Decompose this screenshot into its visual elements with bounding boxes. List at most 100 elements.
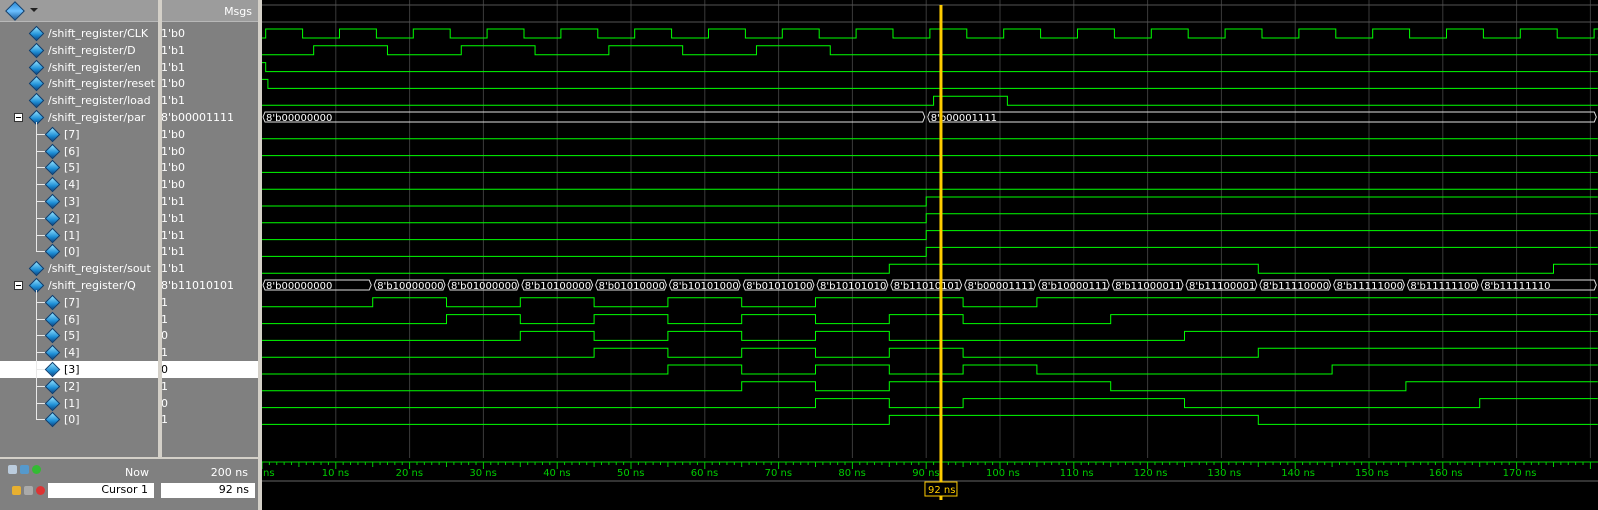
q-bus-label: 8'b11111000 (1337, 281, 1403, 292)
signal-row[interactable]: [3] (0, 193, 161, 210)
signal-value-row: 8'b00001111 (161, 109, 258, 126)
collapse-toggle-icon[interactable] (14, 113, 23, 122)
timeline-label: ns (263, 468, 275, 479)
signal-row[interactable]: [0] (0, 243, 161, 260)
signal-row[interactable]: /shift_register/en (0, 59, 161, 76)
cursor-list-icon[interactable] (20, 465, 29, 474)
signal-row[interactable]: [4] (0, 176, 161, 193)
signal-waveform (262, 330, 1598, 341)
signal-row[interactable]: [7] (0, 294, 161, 311)
signal-row[interactable]: /shift_register/par (0, 109, 161, 126)
signal-name: [7] (64, 295, 80, 309)
signal-value: 8'b11010101 (161, 279, 234, 292)
signal-name: /shift_register/load (48, 94, 151, 108)
now-value: 200 ns (210, 466, 248, 479)
signal-value-row: 1'b1 (161, 42, 258, 59)
signal-icon (44, 311, 61, 327)
signal-value-row: 1'b0 (161, 176, 258, 193)
signal-row[interactable]: /shift_register/reset (0, 75, 161, 92)
signal-icon (28, 76, 45, 92)
collapse-toggle-icon[interactable] (14, 281, 23, 290)
timeline-label: 50 ns (617, 468, 644, 479)
signal-name: /shift_register/reset (48, 77, 155, 91)
timeline-label: 40 ns (543, 468, 570, 479)
signal-waveform (262, 95, 1598, 106)
bus-segment (927, 111, 1597, 123)
lock-icon[interactable] (12, 486, 21, 495)
cursor-name-field[interactable]: Cursor 1 (48, 483, 154, 498)
waveform-canvas[interactable]: 8'b00000000 8'b00001111 8'b00000000 8'b1000… (261, 0, 1598, 510)
wave-window[interactable]: 8'b00000000 8'b00001111 8'b00000000 8'b1000… (261, 0, 1598, 510)
cursor-time-field[interactable]: 92 ns (161, 483, 255, 498)
delete-cursor-icon[interactable] (36, 486, 45, 495)
signal-value-row: 1'b1 (161, 193, 258, 210)
signal-row[interactable]: [5] (0, 159, 161, 176)
signal-row[interactable]: [3] (0, 361, 161, 378)
signal-value: 1'b1 (161, 262, 186, 276)
signal-value: 1 (161, 295, 168, 309)
timeline-label: 80 ns (838, 468, 865, 479)
signal-waveform (262, 196, 1598, 207)
signal-value: 0 (161, 363, 168, 376)
signal-row[interactable]: [7] (0, 126, 161, 143)
signal-row[interactable]: [1] (0, 227, 161, 244)
name-pane-header (0, 0, 161, 22)
signal-icon (44, 328, 61, 344)
toolbar-icon[interactable] (8, 465, 17, 474)
signal-waveform (262, 45, 1598, 56)
tree-connector (36, 290, 37, 420)
signal-name: /shift_register/Q (48, 279, 136, 292)
timeline-label: 100 ns (986, 468, 1020, 479)
signal-waveform (262, 263, 1598, 274)
signal-value: 0 (161, 329, 168, 343)
signal-value: 1'b0 (161, 77, 186, 91)
signal-icon (44, 361, 61, 378)
add-cursor-icon[interactable] (32, 465, 41, 474)
signal-value: 1'b1 (161, 195, 186, 208)
q-bus-label: 8'b10000111 (1041, 281, 1107, 292)
q-bus-label: 8'b11111100 (1410, 281, 1476, 292)
q-bus-label: 8'b01010000 (599, 281, 665, 292)
signal-row[interactable]: [1] (0, 395, 161, 412)
signal-name: /shift_register/D (48, 43, 136, 57)
signal-row[interactable]: [2] (0, 378, 161, 395)
signal-name: [2] (64, 379, 80, 393)
signal-name: /shift_register/par (48, 111, 146, 124)
q-bus-label: 8'b01000000 (451, 281, 517, 292)
signal-name: [7] (64, 127, 80, 141)
signal-value-row: 1'b1 (161, 227, 258, 244)
signal-waveform (262, 62, 1598, 73)
signal-value-row: 1'b1 (161, 260, 258, 277)
edit-cursor-icon[interactable] (24, 486, 33, 495)
signal-row[interactable]: /shift_register/D (0, 42, 161, 59)
signal-icon (44, 378, 61, 395)
signal-waveform (262, 398, 1598, 409)
signal-row[interactable]: [6] (0, 311, 161, 328)
signal-row[interactable]: [6] (0, 143, 161, 160)
q-bus-label: 8'b10000000 (377, 281, 443, 292)
signal-row[interactable]: [2] (0, 210, 161, 227)
signal-waveform (262, 414, 1598, 425)
pane-splitter-left[interactable] (158, 0, 162, 510)
signal-value: 1'b0 (161, 178, 186, 192)
timeline-label: 120 ns (1134, 468, 1168, 479)
signal-row[interactable]: [4] (0, 344, 161, 361)
signal-name: [3] (64, 195, 80, 208)
signal-value: 1'b1 (161, 245, 186, 259)
signal-row[interactable]: /shift_register/Q (0, 277, 161, 294)
signal-value: 1'b1 (161, 43, 186, 57)
bus-segment (262, 111, 926, 123)
chevron-down-icon[interactable] (30, 8, 38, 12)
timeline-label: 110 ns (1060, 468, 1094, 479)
signal-value: 8'b00001111 (161, 111, 234, 124)
signal-value-row: 1'b1 (161, 210, 258, 227)
signal-row[interactable]: [5] (0, 327, 161, 344)
signal-value: 1'b1 (161, 60, 186, 74)
signal-value-row: 1 (161, 311, 258, 328)
signal-row[interactable]: /shift_register/sout (0, 260, 161, 277)
add-wave-icon[interactable] (5, 1, 25, 21)
signal-row[interactable]: [0] (0, 411, 161, 428)
signal-row[interactable]: /shift_register/load (0, 92, 161, 109)
signal-value: 1'b0 (161, 144, 186, 158)
signal-row[interactable]: /shift_register/CLK (0, 25, 161, 42)
